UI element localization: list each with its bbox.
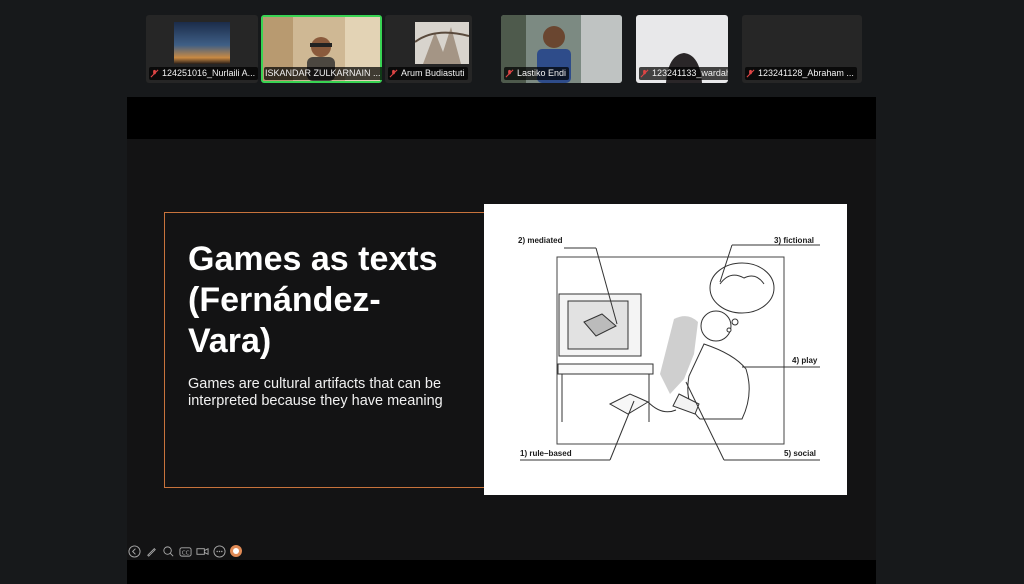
video-icon[interactable]: [195, 544, 209, 558]
participant-name: ISKANDAR ZULKARNAIN ...: [265, 68, 381, 78]
slide-title: Games as texts (Fernández- Vara): [188, 240, 438, 360]
game-diagram-figure: 2) mediated 3) fictional 4) play 1) rule…: [484, 204, 847, 495]
presentation-slide: Games as texts (Fernández- Vara) Games a…: [127, 139, 876, 560]
pointer-icon[interactable]: [229, 544, 243, 558]
participant-tile[interactable]: Lastiko Endi: [501, 15, 622, 83]
participant-video: [415, 22, 469, 64]
zoom-icon[interactable]: [161, 544, 175, 558]
participant-name: Arum Budiastuti: [401, 68, 465, 78]
participant-tile[interactable]: 123241133_wardah as...: [636, 15, 728, 83]
mic-muted-icon: [505, 69, 514, 78]
pen-icon[interactable]: [144, 544, 158, 558]
participant-tile-active[interactable]: ISKANDAR ZULKARNAIN ...: [261, 15, 382, 83]
shared-screen: Games as texts (Fernández- Vara) Games a…: [127, 97, 876, 584]
participant-name: Lastiko Endi: [517, 68, 567, 78]
svg-text:CC: CC: [181, 550, 189, 556]
figure-label-rule-based: 1) rule–based: [520, 449, 572, 458]
figure-label-mediated: 2) mediated: [518, 236, 563, 245]
presenter-toolbar: CC: [127, 544, 243, 560]
participant-name: 123241128_Abraham ...: [758, 68, 854, 78]
mic-muted-icon: [389, 69, 398, 78]
captions-icon[interactable]: CC: [178, 544, 192, 558]
mic-muted-icon: [640, 69, 649, 78]
participant-tile[interactable]: 124251016_Nurlaili A...: [146, 15, 258, 83]
figure-label-fictional: 3) fictional: [774, 236, 815, 245]
mic-muted-icon: [150, 69, 159, 78]
participant-tile[interactable]: Arum Budiastuti: [385, 15, 472, 83]
more-icon[interactable]: [212, 544, 226, 558]
figure-label-play: 4) play: [792, 356, 818, 365]
participant-video: [174, 22, 230, 64]
participant-tile[interactable]: 123241128_Abraham ...: [742, 15, 862, 83]
slide-subtitle: Games are cultural artifacts that can be…: [188, 376, 443, 409]
mic-muted-icon: [746, 69, 755, 78]
back-icon[interactable]: [127, 544, 141, 558]
participant-name: 124251016_Nurlaili A...: [162, 68, 256, 78]
participant-name: 123241133_wardah as...: [652, 68, 728, 78]
figure-label-social: 5) social: [784, 449, 817, 458]
